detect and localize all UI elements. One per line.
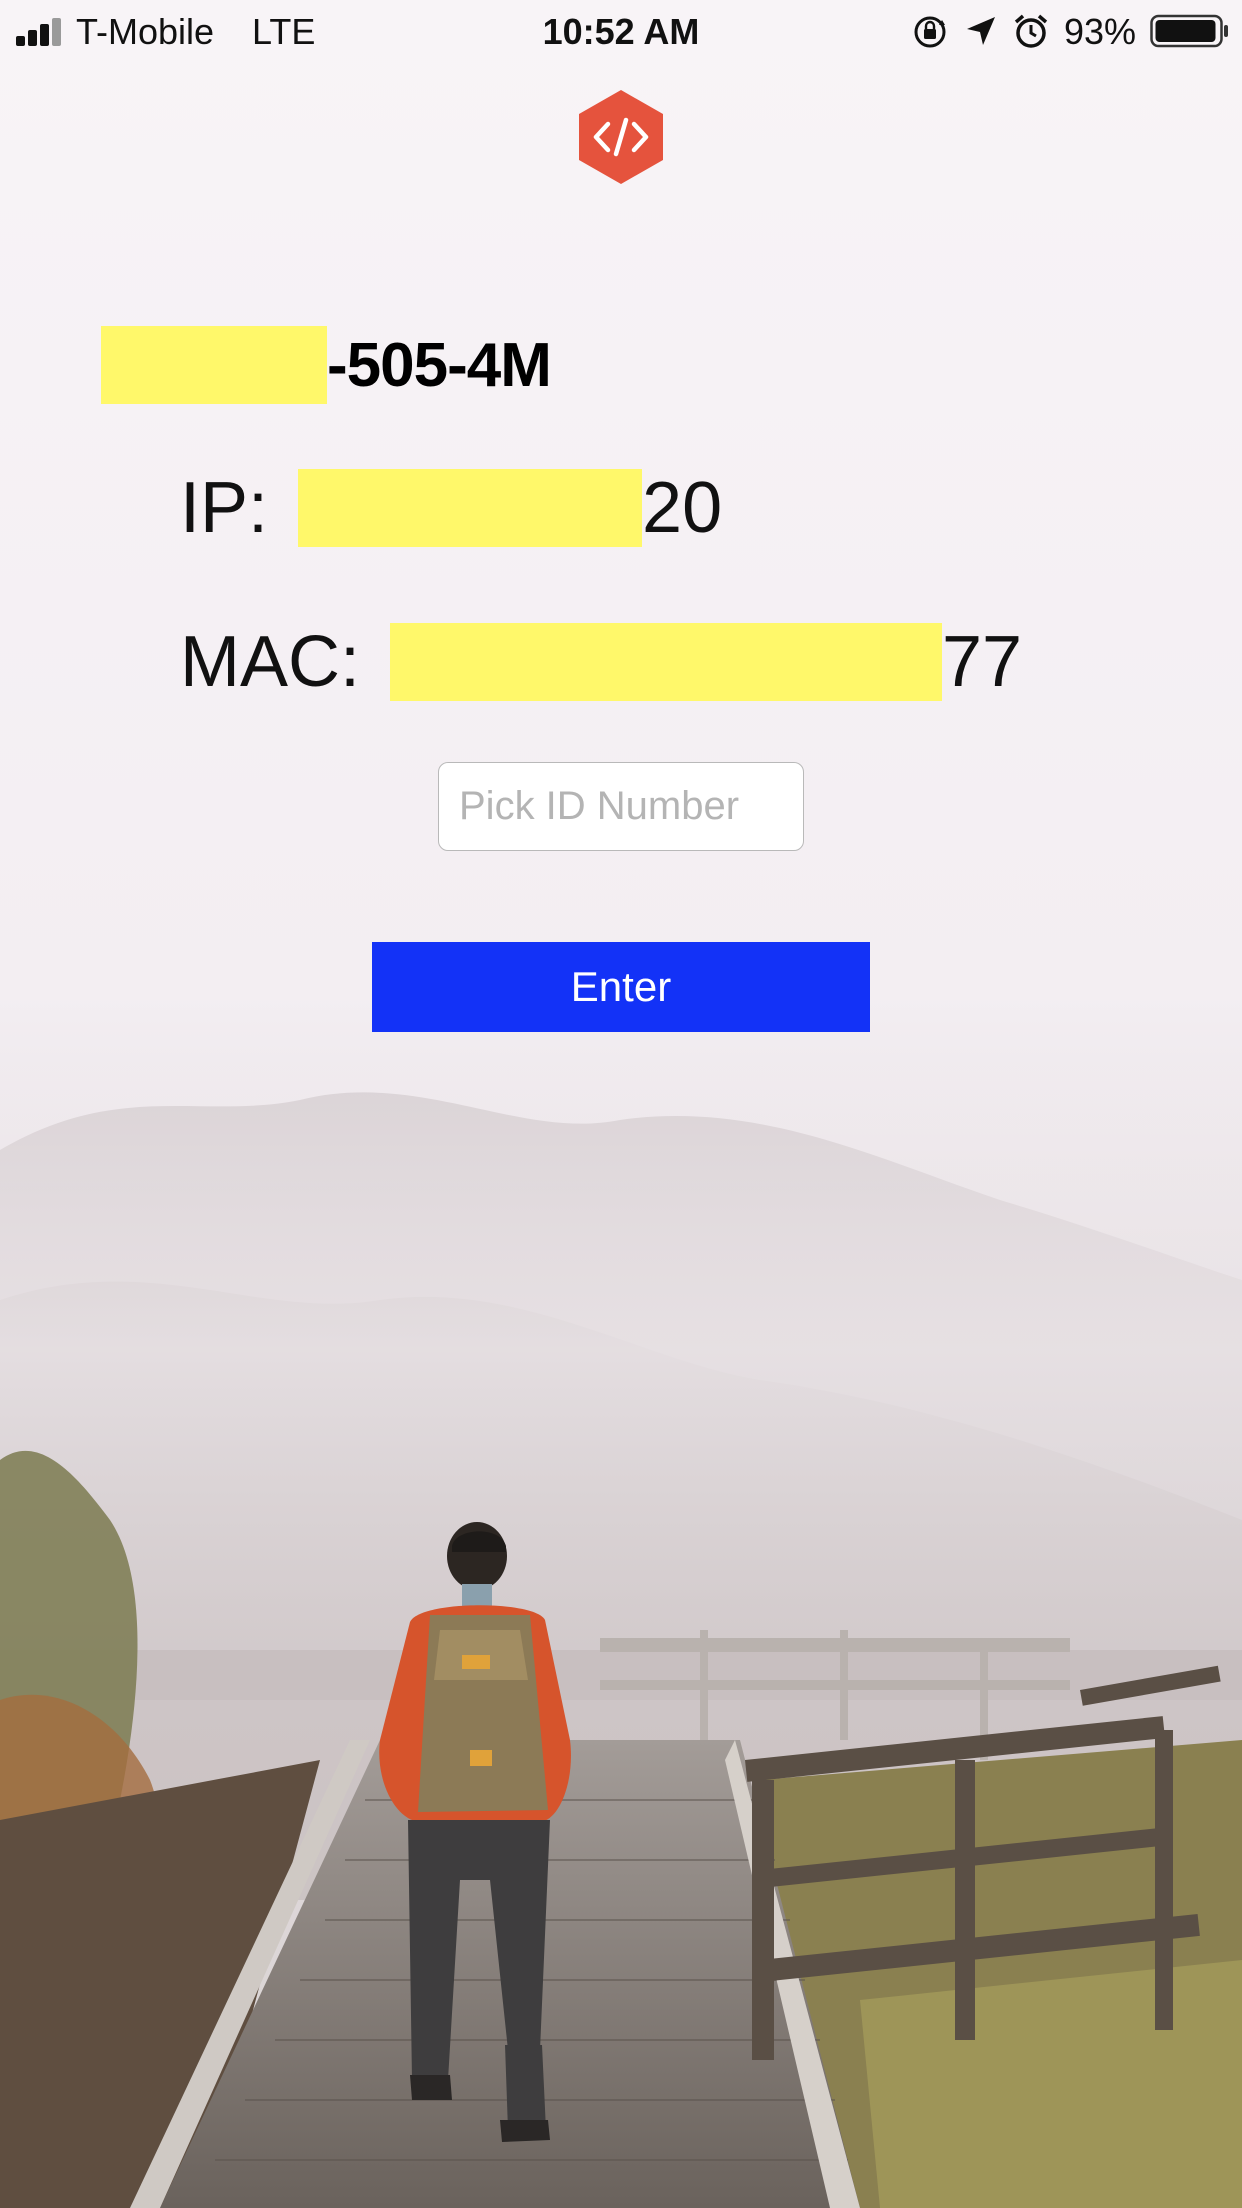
ip-suffix: 20 bbox=[642, 468, 723, 548]
mac-address-row: MAC: 77 bbox=[180, 622, 1022, 702]
id-number-input[interactable] bbox=[438, 762, 804, 851]
ip-address-row: IP: 20 bbox=[180, 468, 722, 548]
mac-suffix: 77 bbox=[942, 622, 1023, 702]
device-name-suffix: -505-4M bbox=[327, 330, 552, 400]
ip-label: IP: bbox=[180, 468, 269, 548]
device-name: -505-4M bbox=[101, 326, 552, 404]
code-brackets-hexagon-icon bbox=[579, 90, 663, 184]
orientation-lock-icon bbox=[914, 16, 946, 48]
enter-button[interactable]: Enter bbox=[372, 942, 870, 1032]
status-bar: T-Mobile LTE 10:52 AM 93% bbox=[0, 0, 1242, 62]
clock-time: 10:52 AM bbox=[542, 11, 700, 52]
battery-icon bbox=[1150, 14, 1228, 48]
device-name-redaction bbox=[101, 326, 327, 404]
ip-redaction bbox=[298, 469, 643, 547]
location-arrow-icon bbox=[967, 17, 995, 45]
alarm-icon bbox=[1014, 14, 1048, 48]
mac-label: MAC: bbox=[180, 622, 360, 702]
mac-redaction bbox=[390, 623, 942, 701]
battery-percent: 93% bbox=[1064, 11, 1137, 52]
